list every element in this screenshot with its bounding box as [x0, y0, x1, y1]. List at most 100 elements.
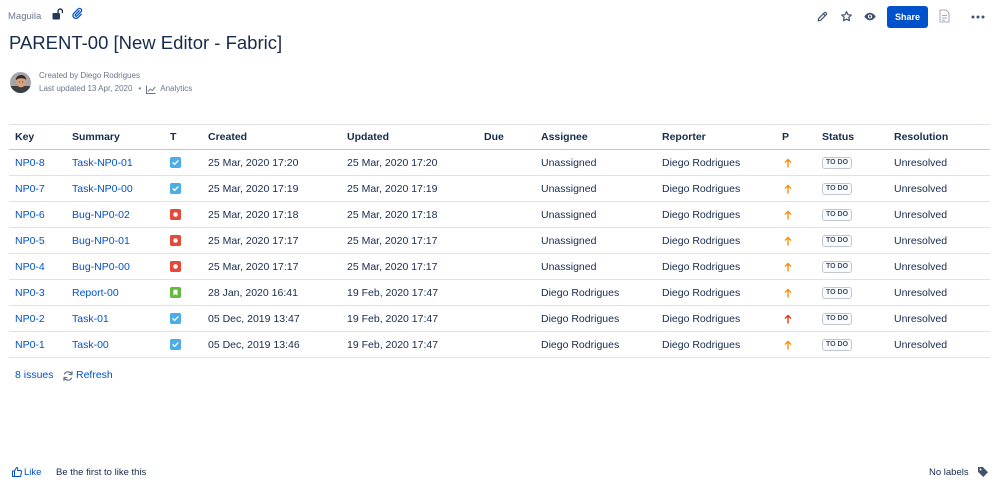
status-lozenge: TO DO: [822, 260, 853, 273]
issue-summary-link[interactable]: Task-NP0-00: [72, 183, 133, 195]
last-updated-link[interactable]: Last updated 13 Apr, 2020: [39, 84, 132, 94]
unlocked-padlock-icon[interactable]: [52, 8, 63, 20]
updated-cell: 25 Mar, 2020 17:20: [341, 150, 478, 176]
document-icon[interactable]: [939, 9, 950, 23]
column-header-key[interactable]: Key: [9, 124, 66, 150]
task-icon: [170, 183, 181, 194]
eye-icon[interactable]: [863, 10, 877, 23]
bug-icon: [170, 235, 181, 246]
issue-row: NP0-4 Bug-NP0-00 25 Mar, 2020 17:17 25 Mar,…: [9, 254, 990, 280]
due-cell: [478, 176, 535, 202]
created-date: 25 Mar, 2020 17:18: [208, 208, 299, 221]
type-cell: [164, 176, 202, 202]
key-cell: NP0-3: [9, 280, 66, 306]
created-date: 25 Mar, 2020 17:19: [208, 182, 299, 195]
issue-key-link[interactable]: NP0-5: [15, 235, 45, 247]
more-dots-icon[interactable]: [971, 15, 985, 19]
issue-key-link[interactable]: NP0-1: [15, 339, 45, 351]
reporter-cell: Diego Rodrigues: [656, 254, 776, 280]
column-header-type[interactable]: T: [164, 124, 202, 150]
column-header-summary[interactable]: Summary: [66, 124, 164, 150]
assignee-name: Diego Rodrigues: [541, 312, 620, 325]
key-cell: NP0-7: [9, 176, 66, 202]
due-cell: [478, 150, 535, 176]
resolution-text: Unresolved: [894, 260, 948, 273]
updated-date: 25 Mar, 2020 17:18: [347, 208, 438, 221]
status-lozenge: TO DO: [822, 234, 853, 247]
column-header-resolution[interactable]: Resolution: [888, 124, 990, 150]
status-lozenge: TO DO: [822, 312, 853, 325]
refresh-link[interactable]: Refresh: [76, 369, 113, 382]
reporter-cell: Diego Rodrigues: [656, 150, 776, 176]
issue-summary-link[interactable]: Task-00: [72, 339, 109, 351]
issue-key-link[interactable]: NP0-7: [15, 183, 45, 195]
issue-summary-link[interactable]: Bug-NP0-02: [72, 209, 130, 221]
column-header-assignee[interactable]: Assignee: [535, 124, 656, 150]
thumbs-up-icon[interactable]: [11, 466, 23, 478]
reporter-name: Diego Rodrigues: [662, 208, 741, 221]
priority-cell: [776, 254, 816, 280]
resolution-cell: Unresolved: [888, 202, 990, 228]
issues-table-body: NP0-8 Task-NP0-01 25 Mar, 2020 17:20 25 Mar…: [9, 150, 990, 358]
paperclip-icon[interactable]: [71, 7, 83, 20]
assignee-cell: Unassigned: [535, 202, 656, 228]
column-header-updated[interactable]: Updated: [341, 124, 478, 150]
share-button[interactable]: Share: [887, 6, 928, 28]
type-cell: [164, 202, 202, 228]
priority-medium-icon: [784, 210, 792, 220]
column-header-status[interactable]: Status: [816, 124, 888, 150]
updated-date: 19 Feb, 2020 17:47: [347, 338, 439, 351]
assignee-cell: Unassigned: [535, 176, 656, 202]
resolution-text: Unresolved: [894, 338, 948, 351]
column-header-priority[interactable]: P: [776, 124, 816, 150]
created-cell: 25 Mar, 2020 17:17: [202, 254, 341, 280]
column-header-due[interactable]: Due: [478, 124, 535, 150]
avatar[interactable]: [10, 72, 31, 93]
key-cell: NP0-8: [9, 150, 66, 176]
priority-cell: [776, 332, 816, 358]
like-button[interactable]: Like: [24, 467, 41, 478]
updated-date: 19 Feb, 2020 17:47: [347, 312, 439, 325]
breadcrumb-space-link[interactable]: Maguila: [8, 11, 41, 23]
issue-summary-link[interactable]: Task-01: [72, 313, 109, 325]
issue-key-link[interactable]: NP0-6: [15, 209, 45, 221]
due-cell: [478, 306, 535, 332]
created-date: 05 Dec, 2019 13:46: [208, 338, 300, 351]
status-cell: TO DO: [816, 176, 888, 202]
analytics-link[interactable]: Analytics: [160, 84, 192, 94]
assignee-cell: Diego Rodrigues: [535, 306, 656, 332]
type-cell: [164, 332, 202, 358]
issue-row: NP0-7 Task-NP0-00 25 Mar, 2020 17:19 25 Mar…: [9, 176, 990, 202]
issue-summary-link[interactable]: Task-NP0-01: [72, 157, 133, 169]
resolution-cell: Unresolved: [888, 150, 990, 176]
issue-key-link[interactable]: NP0-2: [15, 313, 45, 325]
issue-key-link[interactable]: NP0-3: [15, 287, 45, 299]
issue-key-link[interactable]: NP0-4: [15, 261, 45, 273]
issue-summary-link[interactable]: Bug-NP0-00: [72, 261, 130, 273]
issue-key-link[interactable]: NP0-8: [15, 157, 45, 169]
issue-summary-link[interactable]: Bug-NP0-01: [72, 235, 130, 247]
column-header-created[interactable]: Created: [202, 124, 341, 150]
pencil-icon[interactable]: [816, 10, 829, 23]
resolution-cell: Unresolved: [888, 228, 990, 254]
star-icon[interactable]: [840, 10, 853, 23]
issue-summary-link[interactable]: Report-00: [72, 287, 119, 299]
assignee-cell: Diego Rodrigues: [535, 332, 656, 358]
status-lozenge: TO DO: [822, 208, 853, 221]
reporter-name: Diego Rodrigues: [662, 260, 741, 273]
status-cell: TO DO: [816, 254, 888, 280]
reporter-cell: Diego Rodrigues: [656, 306, 776, 332]
byline-meta: Last updated 13 Apr, 2020 • Analytics: [39, 84, 192, 94]
bug-icon: [170, 261, 181, 272]
issue-row: NP0-2 Task-01 05 Dec, 2019 13:47 19 Feb, 20…: [9, 306, 990, 332]
priority-cell: [776, 306, 816, 332]
type-cell: [164, 280, 202, 306]
column-header-reporter[interactable]: Reporter: [656, 124, 776, 150]
header-row: Key Summary T Created Updated Due Assign…: [9, 124, 990, 150]
issue-count-link[interactable]: 8 issues: [15, 369, 54, 382]
tag-icon[interactable]: [977, 466, 989, 478]
line-chart-icon: [146, 85, 156, 94]
assignee-name: Unassigned: [541, 208, 597, 221]
refresh-icon[interactable]: [62, 370, 74, 382]
created-cell: 05 Dec, 2019 13:47: [202, 306, 341, 332]
